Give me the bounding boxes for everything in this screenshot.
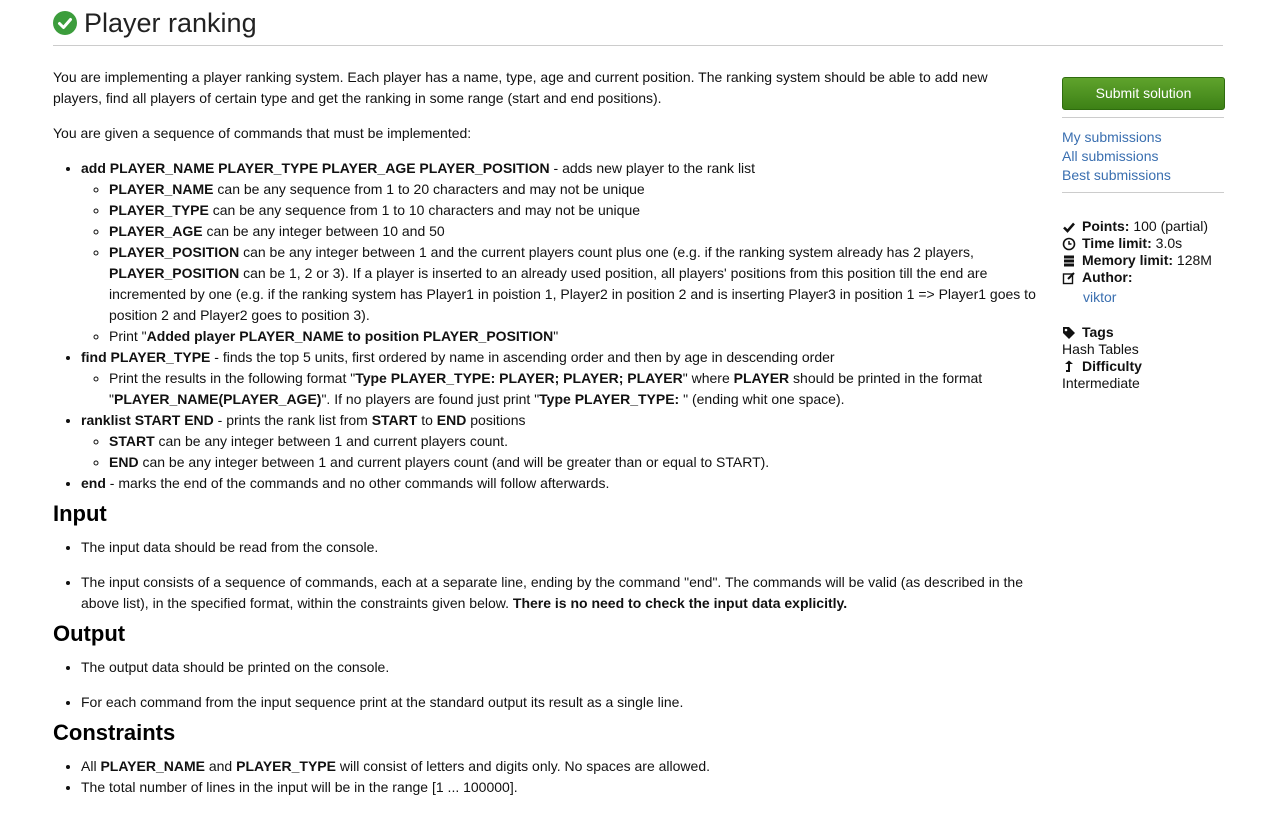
intro-paragraph: You are implementing a player ranking sy…	[53, 69, 988, 106]
problem-statement: You are implementing a player ranking sy…	[53, 67, 1038, 798]
add-params-list: PLAYER_NAME can be any sequence from 1 t…	[81, 179, 1038, 347]
command-ranklist: ranklist START END	[81, 412, 214, 428]
list-item: add PLAYER_NAME PLAYER_TYPE PLAYER_AGE P…	[81, 158, 1038, 347]
submission-links: My submissions All submissions Best subm…	[1062, 128, 1224, 185]
list-item: All PLAYER_NAME and PLAYER_TYPE will con…	[81, 756, 1038, 777]
page-header: Player ranking	[53, 6, 1223, 46]
output-list: The output data should be printed on the…	[53, 657, 1038, 713]
command-add: add PLAYER_NAME PLAYER_TYPE PLAYER_AGE P…	[81, 160, 550, 176]
command-list: add PLAYER_NAME PLAYER_TYPE PLAYER_AGE P…	[53, 158, 1038, 494]
list-item: PLAYER_POSITION can be any integer betwe…	[109, 242, 1038, 326]
best-submissions-link[interactable]: Best submissions	[1062, 166, 1224, 185]
divider	[1062, 117, 1224, 118]
input-list: The input data should be read from the c…	[53, 537, 1038, 614]
list-item: Print "Added player PLAYER_NAME to posit…	[109, 326, 1038, 347]
author-link[interactable]: viktor	[1062, 288, 1224, 307]
list-item: The output data should be printed on the…	[81, 657, 1038, 678]
difficulty-value: Intermediate	[1062, 375, 1140, 391]
list-item: ranklist START END - prints the rank lis…	[81, 410, 1038, 473]
tag-icon	[1063, 326, 1075, 339]
find-details-list: Print the results in the following forma…	[81, 368, 1038, 410]
constraints-list: All PLAYER_NAME and PLAYER_TYPE will con…	[53, 756, 1038, 798]
page-title: Player ranking	[84, 8, 257, 38]
command-end: end	[81, 475, 106, 491]
output-heading: Output	[53, 621, 126, 646]
all-submissions-link[interactable]: All submissions	[1062, 147, 1224, 166]
author-row: Author:	[1062, 269, 1224, 286]
list-item: find PLAYER_TYPE - finds the top 5 units…	[81, 347, 1038, 410]
list-item: PLAYER_AGE can be any integer between 10…	[109, 221, 1038, 242]
database-icon	[1064, 255, 1074, 266]
tags-row: Tags	[1062, 324, 1224, 341]
clock-icon	[1062, 237, 1076, 250]
edit-icon	[1062, 271, 1075, 284]
submit-solution-button[interactable]: Submit solution	[1062, 77, 1225, 110]
intro-commands: You are given a sequence of commands tha…	[53, 125, 472, 141]
divider	[1062, 192, 1224, 193]
list-item: The total number of lines in the input w…	[81, 777, 1038, 798]
problem-tags: Tags Hash Tables Difficulty Intermediate	[1062, 324, 1224, 392]
tags-value: Hash Tables	[1062, 341, 1139, 357]
ranklist-params-list: START can be any integer between 1 and c…	[81, 431, 1038, 473]
level-up-icon	[1065, 360, 1073, 372]
difficulty-row: Difficulty	[1062, 358, 1224, 375]
list-item: For each command from the input sequence…	[81, 692, 1038, 713]
checkmark-icon	[1063, 222, 1075, 233]
list-item: PLAYER_TYPE can be any sequence from 1 t…	[109, 200, 1038, 221]
check-circle-icon	[53, 11, 77, 35]
my-submissions-link[interactable]: My submissions	[1062, 128, 1224, 147]
list-item: The input data should be read from the c…	[81, 537, 1038, 558]
memory-limit-row: Memory limit: 128M	[1062, 252, 1224, 269]
command-find: find PLAYER_TYPE	[81, 349, 211, 365]
list-item: end - marks the end of the commands and …	[81, 473, 1038, 494]
list-item: The input consists of a sequence of comm…	[81, 572, 1038, 614]
list-item: PLAYER_NAME can be any sequence from 1 t…	[109, 179, 1038, 200]
problem-sidebar: Submit solution My submissions All submi…	[1062, 77, 1225, 392]
time-limit-row: Time limit: 3.0s	[1062, 235, 1224, 252]
input-heading: Input	[53, 501, 107, 526]
constraints-heading: Constraints	[53, 720, 176, 745]
problem-info: Points: 100 (partial) Time limit: 3.0s M…	[1062, 218, 1224, 307]
list-item: START can be any integer between 1 and c…	[109, 431, 1038, 452]
points-row: Points: 100 (partial)	[1062, 218, 1224, 235]
list-item: END can be any integer between 1 and cur…	[109, 452, 1038, 473]
list-item: Print the results in the following forma…	[109, 368, 1038, 410]
